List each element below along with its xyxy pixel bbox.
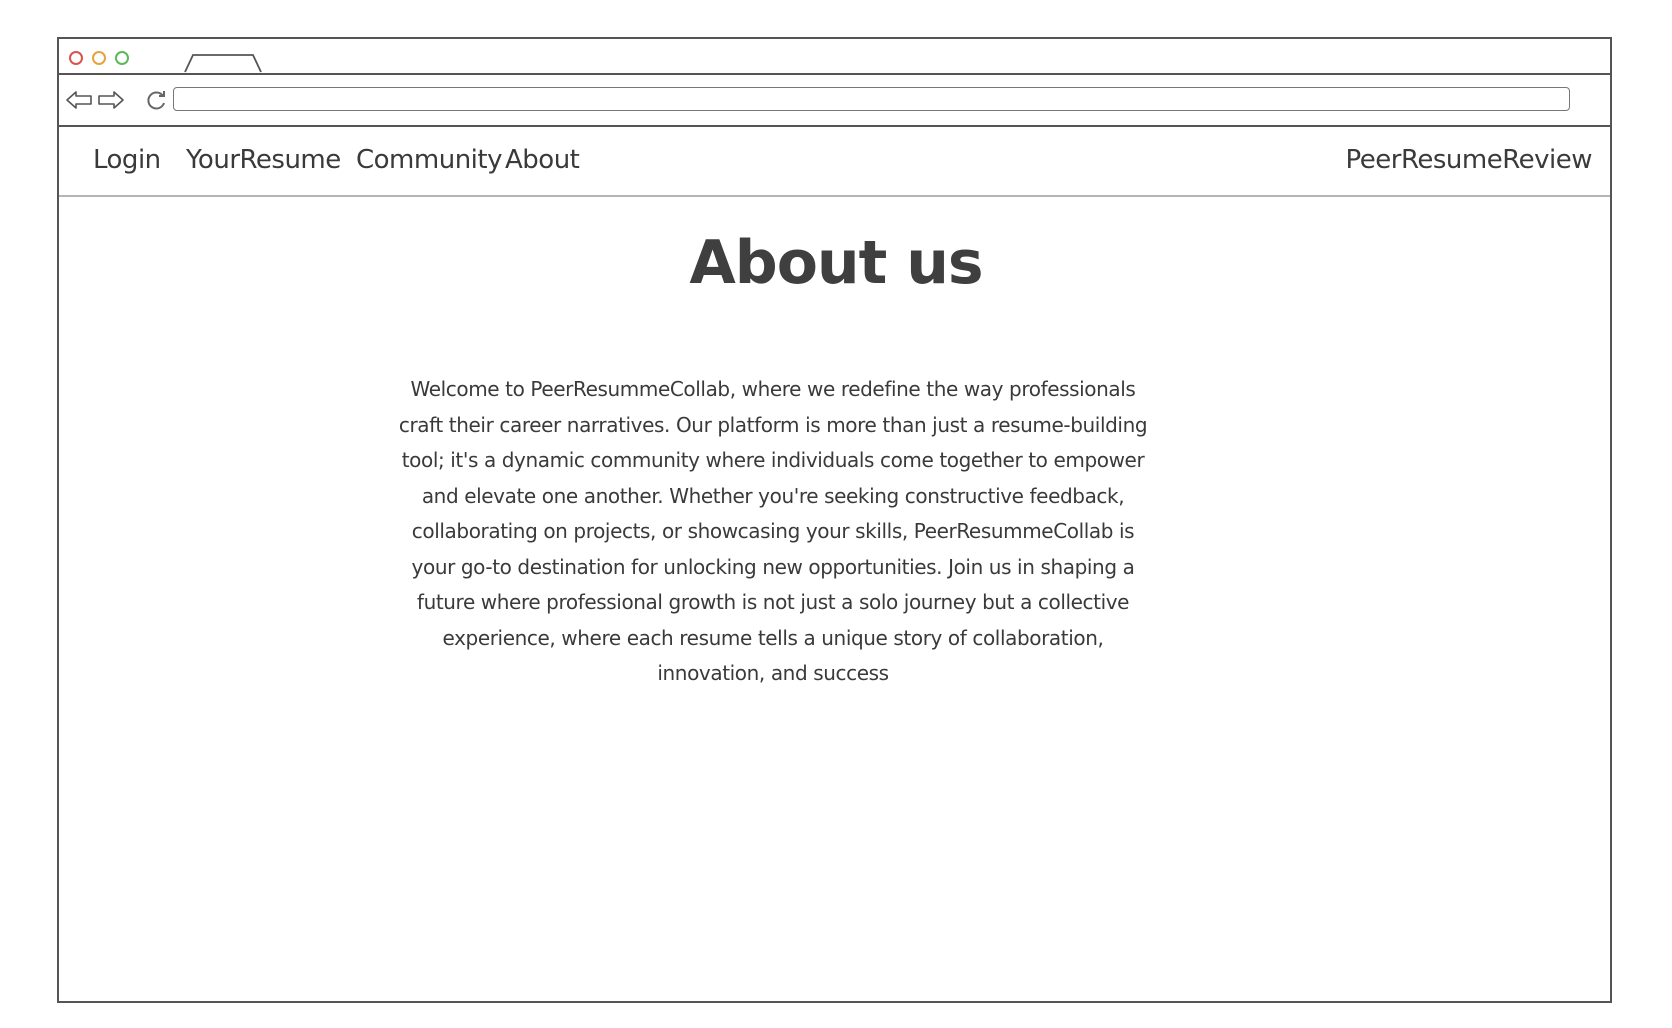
about-paragraph: Welcome to PeerResummeCollab, where we r… [398,377,1148,685]
site-navbar: Login YourResume Community About PeerRes… [59,127,1610,197]
url-input[interactable] [173,87,1570,111]
site-brand[interactable]: PeerResumeReview [1346,145,1593,175]
nav-about-link[interactable]: About [505,145,580,175]
page-title: About us [689,228,983,298]
browser-address-bar [59,75,1610,127]
back-arrow-icon[interactable] [65,88,93,112]
nav-community-link[interactable]: Community [356,145,502,175]
browser-tab[interactable] [183,53,263,73]
close-window-button[interactable] [69,51,83,65]
browser-titlebar [59,39,1610,75]
nav-yourresume-link[interactable]: YourResume [186,145,341,175]
forward-arrow-icon[interactable] [97,88,125,112]
maximize-window-button[interactable] [115,51,129,65]
reload-icon[interactable] [145,88,169,112]
minimize-window-button[interactable] [92,51,106,65]
nav-login-link[interactable]: Login [93,145,161,175]
